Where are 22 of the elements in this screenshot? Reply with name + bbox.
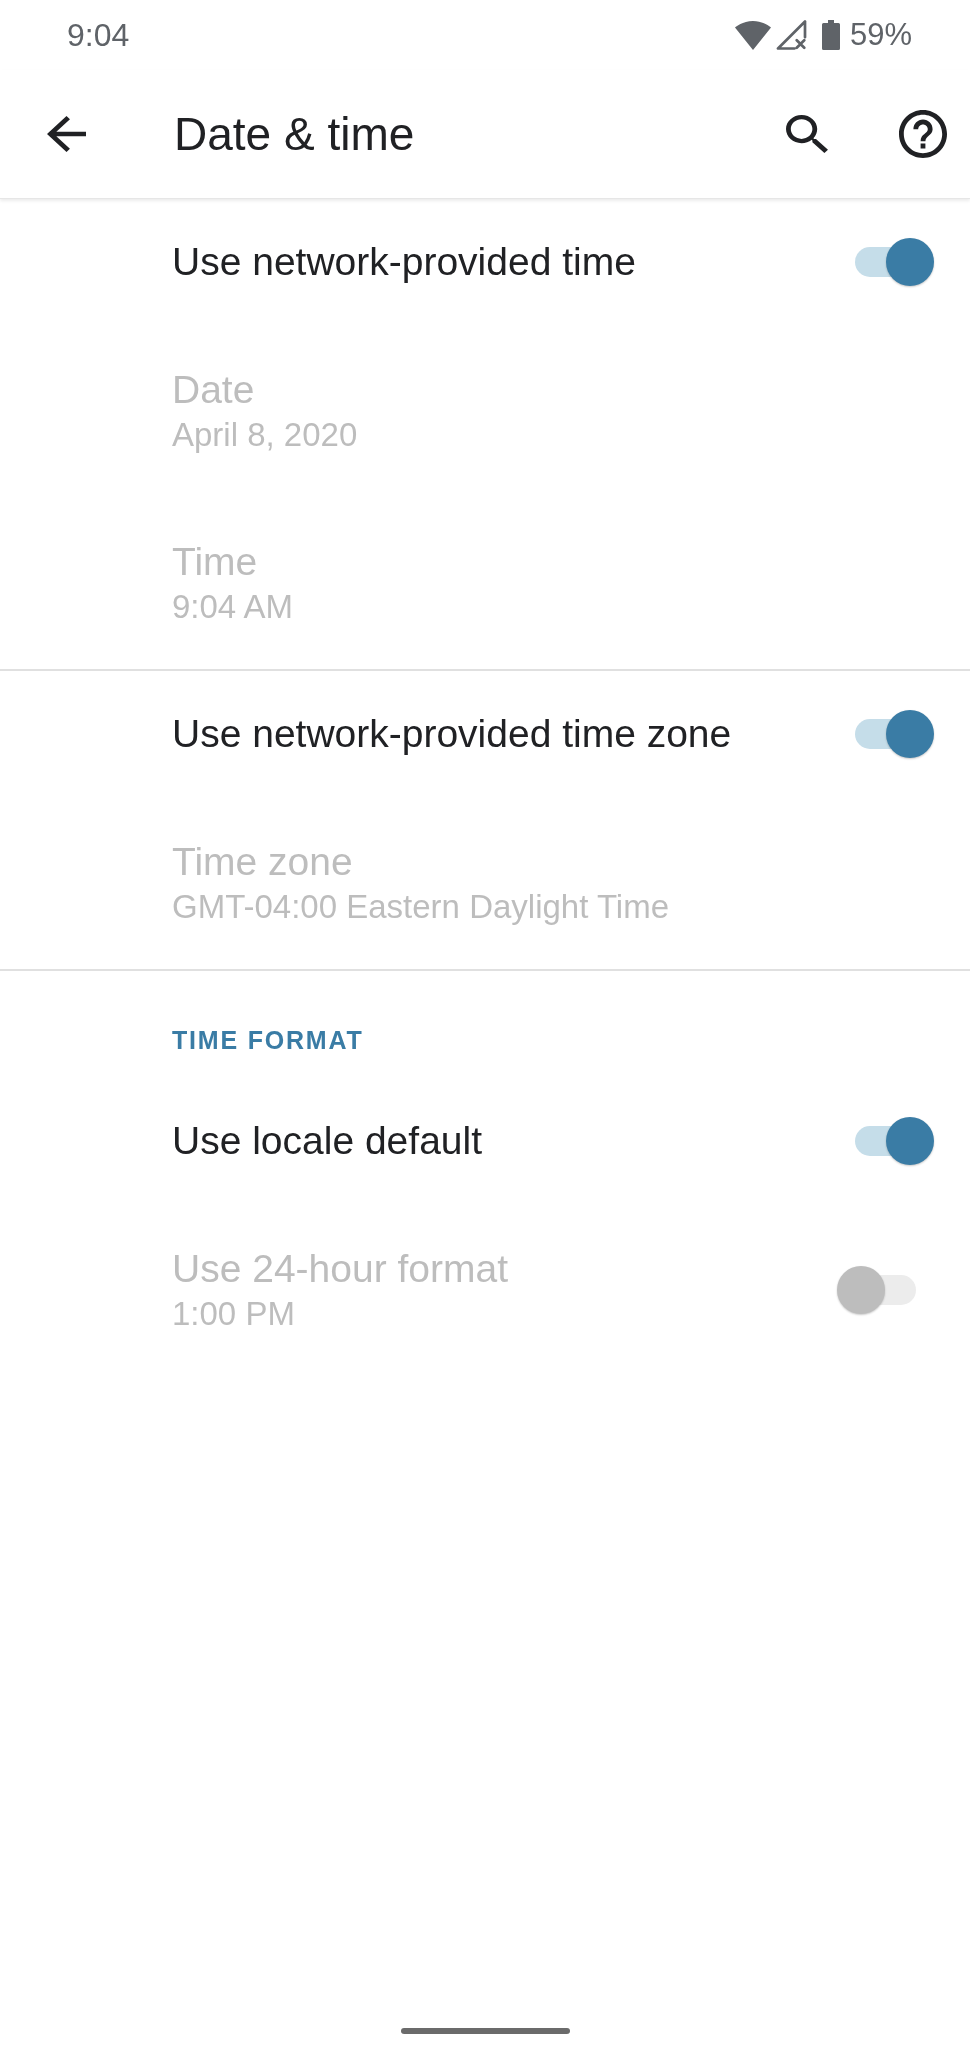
setting-summary: 1:00 PM (172, 1294, 295, 1334)
gesture-handle[interactable] (400, 2028, 570, 2034)
back-arrow-icon[interactable] (47, 116, 86, 152)
setting-title: Use network-provided time (172, 239, 636, 285)
cellular-signal-icon (775, 20, 807, 50)
setting-title: Date (172, 367, 255, 413)
setting-summary: GMT-04:00 Eastern Daylight Time (172, 887, 670, 927)
setting-title: Time zone (172, 839, 353, 885)
setting-title: Use locale default (172, 1118, 483, 1164)
help-icon[interactable] (899, 110, 947, 158)
status-time: 9:04 (67, 17, 131, 53)
page-title: Date & time (174, 107, 416, 162)
wifi-icon (734, 20, 771, 50)
battery-percentage: 59% (849, 17, 912, 53)
setting-title: Use network-provided time zone (172, 711, 732, 757)
section-header: TIME FORMAT (171, 1025, 365, 1056)
setting-summary: April 8, 2020 (172, 415, 358, 455)
setting-summary: 9:04 AM (172, 587, 294, 627)
battery-icon (821, 20, 840, 50)
setting-title: Use 24-hour format (172, 1246, 508, 1292)
search-icon[interactable] (786, 115, 828, 153)
setting-title: Time (172, 539, 258, 585)
